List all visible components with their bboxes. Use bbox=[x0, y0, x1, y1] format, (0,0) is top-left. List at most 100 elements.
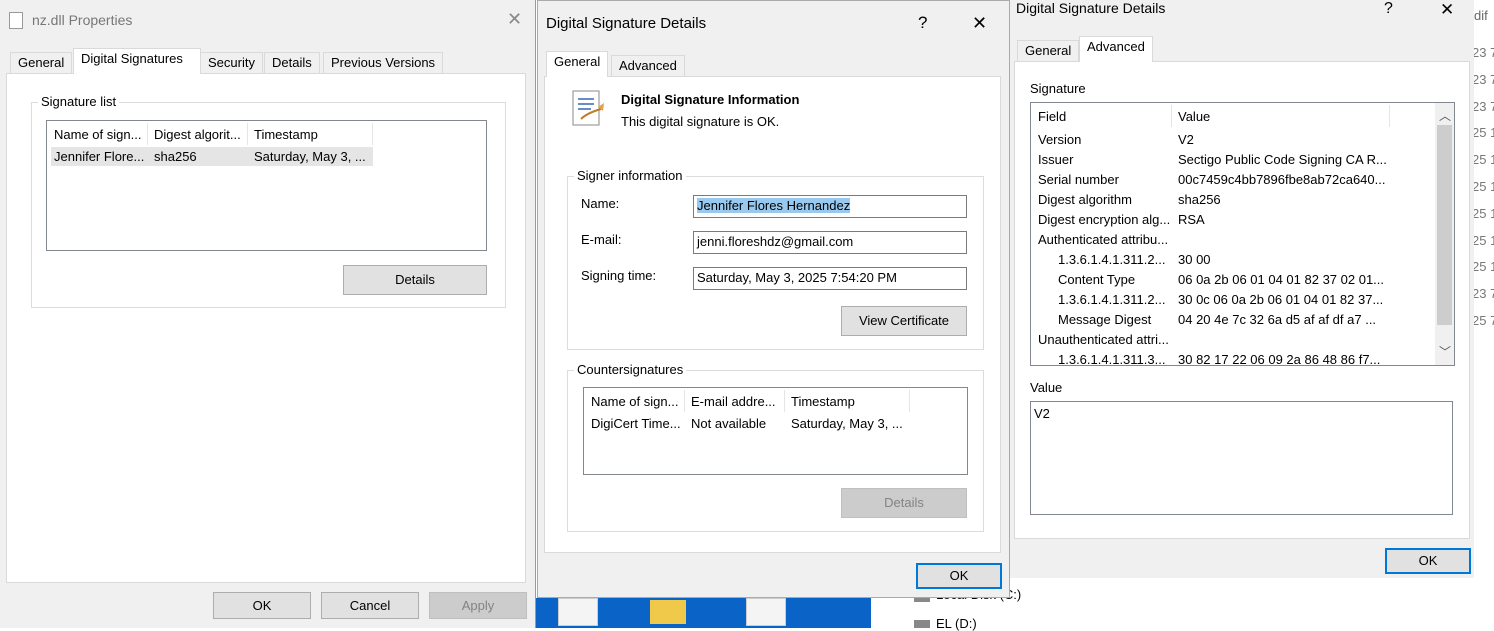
column-header-value[interactable]: Value bbox=[1178, 109, 1378, 124]
column-header-timestamp[interactable]: Timestamp bbox=[254, 127, 369, 142]
table-row[interactable]: Version V2 bbox=[1031, 129, 1431, 149]
table-row[interactable]: 1.3.6.1.4.1.311.3... 30 82 17 22 06 09 2a… bbox=[1031, 349, 1431, 366]
value-textbox[interactable]: V2 bbox=[1030, 401, 1453, 515]
table-row[interactable]: DigiCert Time... Not available Saturday,… bbox=[588, 414, 918, 433]
help-icon[interactable]: ? bbox=[918, 13, 927, 33]
name-field[interactable]: Jennifer Flores Hernandez bbox=[693, 195, 967, 218]
window-title: Digital Signature Details bbox=[1016, 0, 1166, 16]
tab-general[interactable]: General bbox=[10, 52, 73, 74]
tab-advanced[interactable]: Advanced bbox=[1079, 36, 1153, 62]
desktop-folder-icon bbox=[650, 600, 686, 624]
tab-security[interactable]: Security bbox=[200, 52, 263, 74]
window-title: Digital Signature Details bbox=[546, 15, 707, 32]
cell-field: Message Digest bbox=[1058, 312, 1152, 327]
table-row[interactable]: Issuer Sectigo Public Code Signing CA R..… bbox=[1031, 149, 1431, 169]
vertical-scrollbar[interactable]: ︿ ﹀ bbox=[1435, 103, 1454, 365]
column-header-timestamp[interactable]: Timestamp bbox=[791, 394, 909, 409]
tab-content-panel: Digital Signature Information This digit… bbox=[544, 76, 1001, 553]
scrollbar-thumb[interactable] bbox=[1437, 125, 1452, 325]
countersignatures-list[interactable]: Name of sign... E-mail addre... Timestam… bbox=[583, 387, 968, 475]
column-header-name[interactable]: Name of sign... bbox=[54, 127, 144, 142]
table-row[interactable]: 1.3.6.1.4.1.311.2... 30 00 bbox=[1031, 249, 1431, 269]
background-dif-text: dif bbox=[1474, 8, 1488, 23]
name-value: Jennifer Flores Hernandez bbox=[697, 198, 851, 213]
group-label: Countersignatures bbox=[574, 362, 687, 377]
tab-previous-versions[interactable]: Previous Versions bbox=[323, 52, 444, 74]
tab-advanced[interactable]: Advanced bbox=[611, 55, 685, 77]
table-row[interactable]: Content Type 06 0a 2b 06 01 04 01 82 37 0… bbox=[1031, 269, 1431, 289]
table-row[interactable]: Digest algorithm sha256 bbox=[1031, 189, 1431, 209]
background-number: 25 1 bbox=[1472, 125, 1494, 141]
desktop-file-icon bbox=[746, 598, 786, 626]
background-number: 23 7 bbox=[1472, 98, 1494, 114]
cancel-button[interactable]: Cancel bbox=[321, 592, 419, 619]
cell-field: Unauthenticated attri... bbox=[1038, 332, 1169, 347]
cell-value: Sectigo Public Code Signing CA R... bbox=[1178, 152, 1387, 167]
cell-timestamp: Saturday, May 3, ... bbox=[791, 416, 903, 431]
help-icon[interactable]: ? bbox=[1384, 0, 1393, 18]
cell-field: Issuer bbox=[1038, 152, 1074, 167]
signature-label: Signature bbox=[1030, 81, 1086, 96]
tab-digital-signatures[interactable]: Digital Signatures bbox=[73, 48, 201, 74]
cell-value: 06 0a 2b 06 01 04 01 82 37 02 01... bbox=[1178, 272, 1385, 287]
close-icon[interactable]: ✕ bbox=[507, 9, 522, 30]
column-header-digest[interactable]: Digest algorit... bbox=[154, 127, 244, 142]
view-certificate-button[interactable]: View Certificate bbox=[841, 306, 967, 336]
background-number: 25 1 bbox=[1472, 152, 1494, 168]
column-header-name[interactable]: Name of sign... bbox=[591, 394, 683, 409]
signature-fields-list[interactable]: Field Value Version V2 Issuer Sectigo Publi… bbox=[1030, 102, 1455, 366]
signing-time-label: Signing time: bbox=[581, 268, 657, 283]
value-label: Value bbox=[1030, 380, 1063, 395]
details-button: Details bbox=[841, 488, 967, 518]
tab-content-panel: Signature list Name of sign... Digest al… bbox=[6, 73, 526, 583]
cell-field: Content Type bbox=[1058, 272, 1136, 287]
tab-general[interactable]: General bbox=[1017, 40, 1080, 62]
cell-field: Serial number bbox=[1038, 172, 1119, 187]
close-icon[interactable]: ✕ bbox=[972, 13, 987, 34]
window-title: nz.dll Properties bbox=[32, 12, 133, 28]
ok-button[interactable]: OK bbox=[1385, 548, 1471, 574]
column-header-field[interactable]: Field bbox=[1038, 109, 1158, 124]
email-field[interactable]: jenni.floreshdz@gmail.com bbox=[693, 231, 967, 254]
signature-details-advanced-window: Digital Signature Details ? ✕ General Ad… bbox=[1010, 0, 1474, 578]
cell-name: Jennifer Flore... bbox=[54, 149, 145, 164]
cell-digest: sha256 bbox=[154, 149, 197, 164]
column-header-email[interactable]: E-mail addre... bbox=[691, 394, 783, 409]
ok-button[interactable]: OK bbox=[916, 563, 1002, 589]
certificate-document-icon bbox=[571, 89, 604, 126]
close-icon[interactable]: ✕ bbox=[1440, 0, 1454, 20]
cell-value: V2 bbox=[1178, 132, 1194, 147]
table-row[interactable]: Authenticated attribu... bbox=[1031, 229, 1431, 249]
tab-details[interactable]: Details bbox=[264, 52, 320, 74]
file-icon bbox=[9, 12, 23, 29]
chevron-down-icon[interactable]: ﹀ bbox=[1439, 343, 1451, 360]
cell-value: 30 00 bbox=[1178, 252, 1211, 267]
table-row[interactable]: Digest encryption alg... RSA bbox=[1031, 209, 1431, 229]
properties-window: nz.dll Properties ✕ General Digital Sign… bbox=[0, 0, 536, 628]
background-number: 23 7 bbox=[1472, 45, 1494, 60]
background-number: 25 1 bbox=[1472, 205, 1494, 221]
cell-timestamp: Saturday, May 3, ... bbox=[254, 149, 366, 164]
info-status: This digital signature is OK. bbox=[621, 114, 780, 129]
details-button[interactable]: Details bbox=[343, 265, 487, 295]
background-number: 25 7 bbox=[1472, 313, 1494, 328]
chevron-up-icon[interactable]: ︿ bbox=[1439, 107, 1451, 124]
signing-time-field[interactable]: Saturday, May 3, 2025 7:54:20 PM bbox=[693, 267, 967, 290]
drive-label[interactable]: EL (D:) bbox=[936, 616, 977, 631]
apply-button: Apply bbox=[429, 592, 527, 619]
table-row[interactable]: 1.3.6.1.4.1.311.2... 30 0c 06 0a 2b 06 01… bbox=[1031, 289, 1431, 309]
cell-field: 1.3.6.1.4.1.311.3... bbox=[1058, 352, 1166, 366]
desktop-file-icon bbox=[558, 598, 598, 626]
tab-general[interactable]: General bbox=[546, 51, 609, 77]
table-row[interactable]: Unauthenticated attri... bbox=[1031, 329, 1431, 349]
cell-field: 1.3.6.1.4.1.311.2... bbox=[1058, 252, 1166, 267]
cell-field: Version bbox=[1038, 132, 1082, 147]
background-number: 23 7 bbox=[1472, 286, 1494, 302]
signature-list[interactable]: Name of sign... Digest algorit... Timest… bbox=[46, 120, 487, 251]
table-row[interactable]: Serial number 00c7459c4bb7896fbe8ab72ca64… bbox=[1031, 169, 1431, 189]
table-row[interactable]: Jennifer Flore... sha256 Saturday, May 3… bbox=[51, 147, 373, 166]
ok-button[interactable]: OK bbox=[213, 592, 311, 619]
value-text: V2 bbox=[1034, 406, 1050, 421]
table-row[interactable]: Message Digest 04 20 4e 7c 32 6a d5 af af… bbox=[1031, 309, 1431, 329]
info-title: Digital Signature Information bbox=[621, 92, 800, 107]
